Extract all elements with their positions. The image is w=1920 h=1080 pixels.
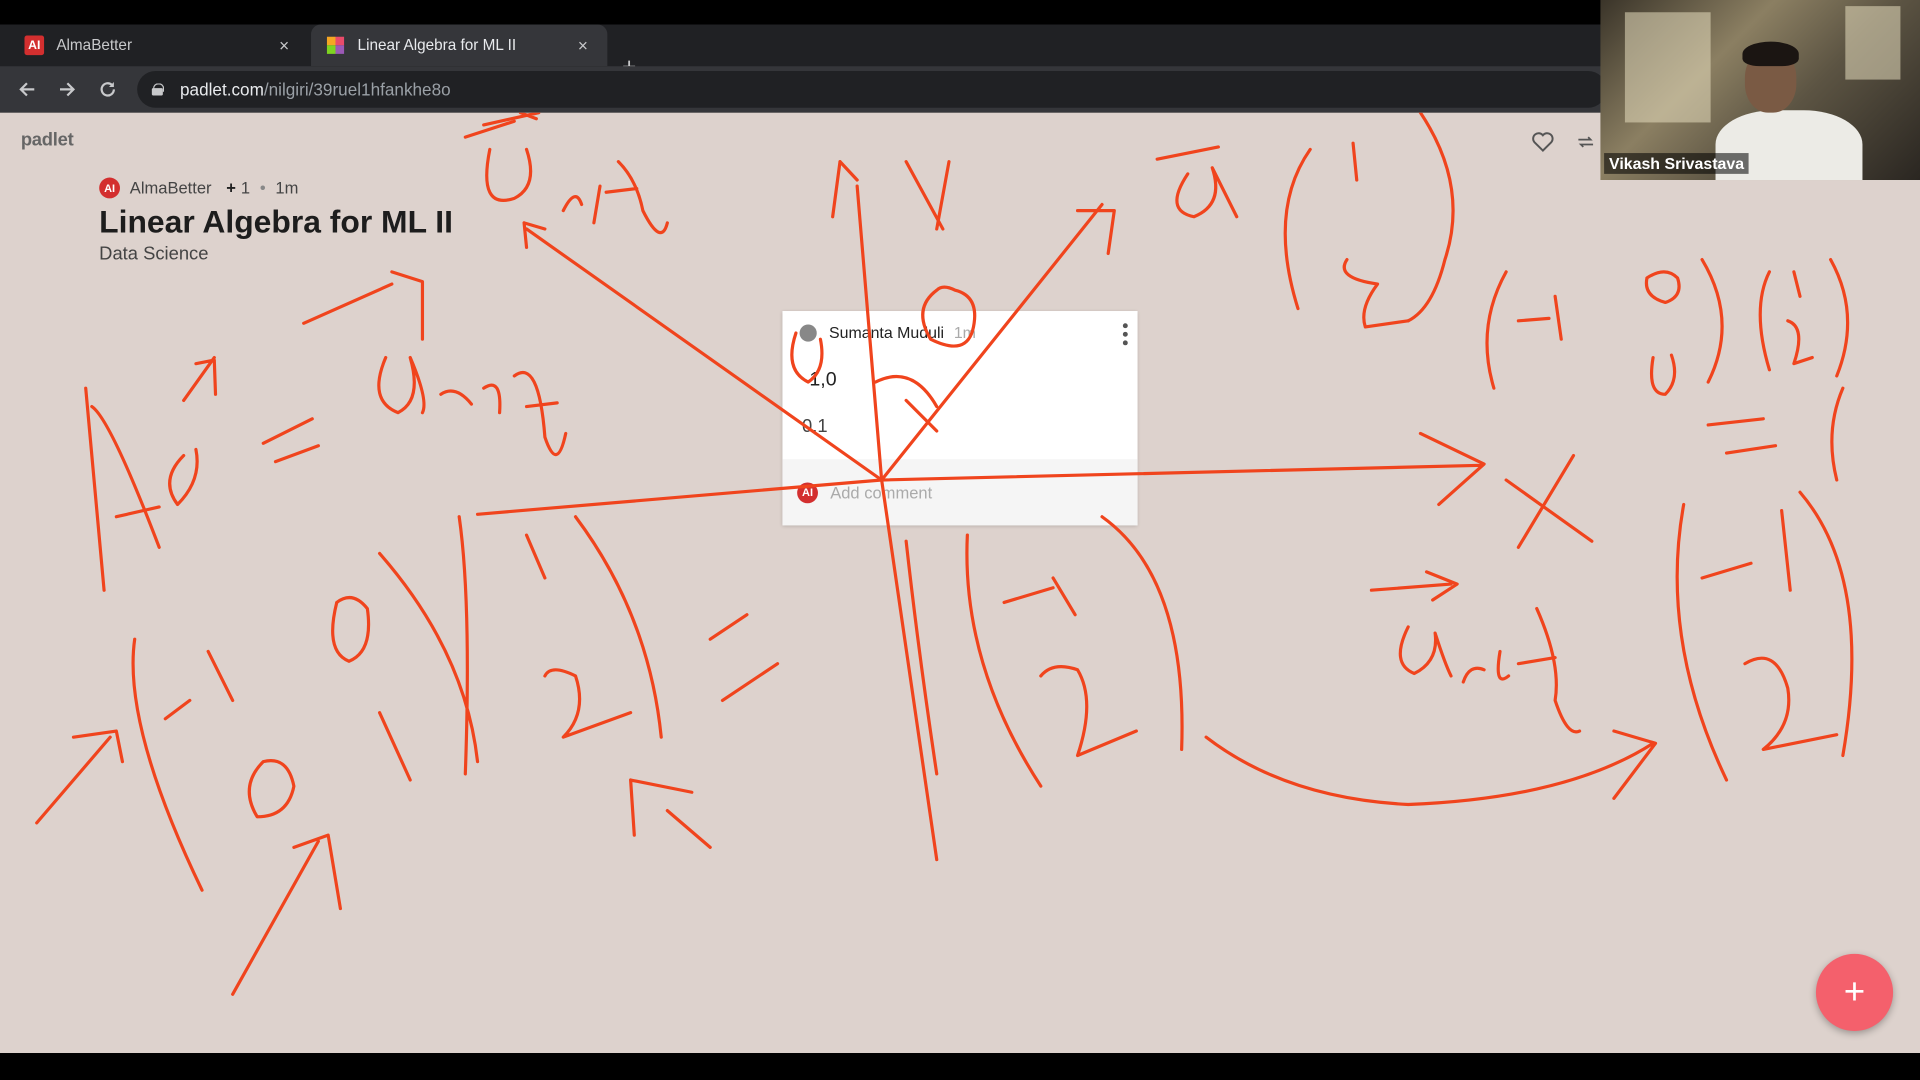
- window-glare: [1624, 12, 1711, 123]
- board-author[interactable]: AlmaBetter: [130, 179, 212, 197]
- padlet-logo[interactable]: padlet: [21, 130, 74, 151]
- post-time: 1m: [953, 323, 976, 342]
- url-host: padlet.com: [180, 79, 264, 100]
- tab-almabetter[interactable]: AI AlmaBetter ×: [10, 24, 309, 66]
- ink-annotations: [35, 112, 1854, 996]
- bottom-black-bar: [0, 1053, 1920, 1080]
- author-badge: AI: [99, 177, 121, 199]
- forward-icon[interactable]: [54, 76, 81, 103]
- board-subtitle: Data Science: [99, 243, 209, 265]
- reload-icon[interactable]: [94, 76, 121, 103]
- webcam-name-label: Vikash Srivastava: [1604, 153, 1750, 174]
- padlet-icon: [326, 36, 346, 56]
- window-glare: [1845, 6, 1901, 80]
- heart-icon[interactable]: [1531, 130, 1555, 154]
- address-bar[interactable]: padlet.com /nilgiri/39ruel1hfankhe8o: [137, 71, 1607, 108]
- board-time: 1m: [275, 178, 299, 198]
- post-header: Sumanta Muduli 1m: [799, 323, 976, 342]
- presenter-hair: [1742, 41, 1799, 67]
- board-meta: AI AlmaBetter + 1 • 1m: [99, 177, 299, 199]
- screen: AI AlmaBetter × Linear Algebra for ML II…: [0, 0, 1920, 1080]
- commenter-badge: AI: [797, 481, 818, 503]
- remake-icon[interactable]: [1577, 135, 1594, 150]
- post-card[interactable]: Sumanta Muduli 1m 1,0 0,1 AI Add comment: [782, 311, 1138, 526]
- separator-dot: •: [259, 178, 266, 198]
- more-options-icon[interactable]: [1120, 323, 1130, 346]
- padlet-board[interactable]: padlet AI AlmaBetter + 1 • 1m Linear Alg…: [0, 112, 1920, 1054]
- url-path: /nilgiri/39ruel1hfankhe8o: [263, 79, 451, 100]
- almabetter-icon: AI: [24, 35, 45, 56]
- tab-linear-algebra[interactable]: Linear Algebra for ML II ×: [311, 24, 608, 67]
- plus-icon: +: [226, 178, 236, 198]
- avatar: [799, 323, 817, 342]
- post-line-1: 1,0: [809, 369, 837, 391]
- webcam-overlay: Vikash Srivastava: [1600, 0, 1920, 181]
- contributor-count: 1: [240, 178, 251, 198]
- tab-title: AlmaBetter: [56, 36, 133, 54]
- lock-icon: [151, 83, 165, 96]
- post-author: Sumanta Muduli: [828, 323, 945, 342]
- comment-input[interactable]: Add comment: [830, 483, 932, 501]
- close-icon[interactable]: ×: [274, 36, 294, 56]
- back-icon[interactable]: [13, 76, 40, 103]
- post-line-2: 0,1: [802, 416, 828, 438]
- add-post-button[interactable]: +: [1815, 953, 1894, 1032]
- board-title: Linear Algebra for ML II: [99, 203, 453, 241]
- tab-title: Linear Algebra for ML II: [357, 36, 517, 54]
- close-icon[interactable]: ×: [573, 36, 593, 56]
- comment-bar[interactable]: AI Add comment: [782, 459, 1138, 526]
